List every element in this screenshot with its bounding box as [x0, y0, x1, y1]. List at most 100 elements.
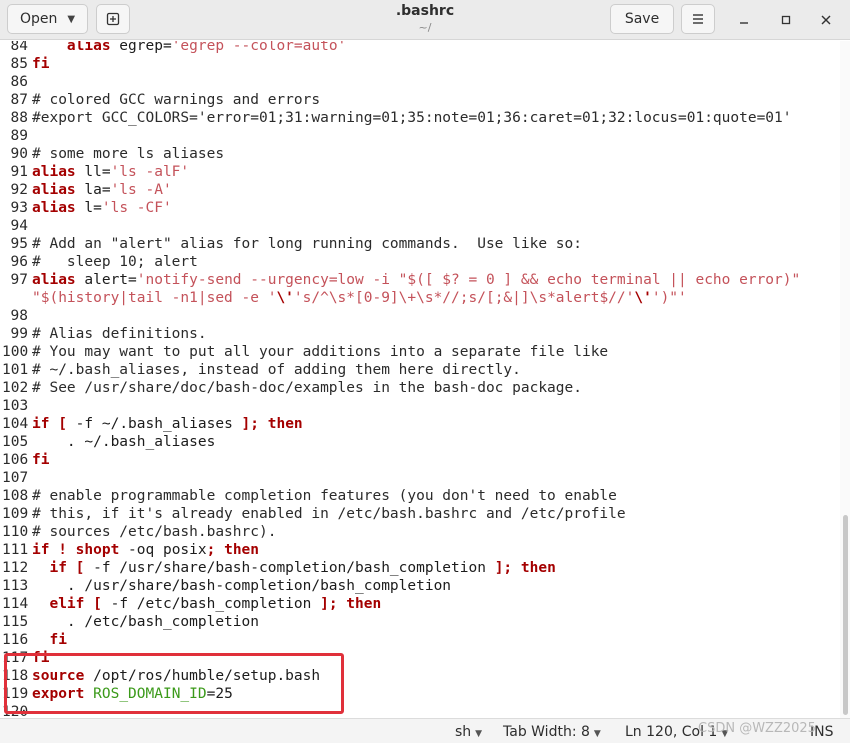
- code-token: fi: [32, 56, 50, 72]
- code-line[interactable]: 114 elif [ -f /etc/bash_completion ]; th…: [0, 595, 838, 613]
- line-number: 109: [2, 506, 29, 522]
- language-label: sh: [455, 724, 472, 740]
- code-token: 'ls -CF': [101, 200, 172, 216]
- line-number: 87: [10, 92, 28, 108]
- line-number: 101: [2, 362, 29, 378]
- code-token: -oq posix: [119, 542, 207, 558]
- code-line[interactable]: 101 # ~/.bash_aliases, instead of adding …: [0, 361, 838, 379]
- scrollbar-thumb[interactable]: [843, 515, 848, 715]
- line-number: 113: [2, 578, 29, 594]
- code-token: # See /usr/share/doc/bash-doc/examples i…: [32, 380, 582, 396]
- line-number: 106: [2, 452, 29, 468]
- chevron-down-icon: ▼: [475, 729, 483, 739]
- code-token: "$(history|tail -n1|sed -e ': [32, 290, 277, 306]
- line-number: 105: [2, 434, 29, 450]
- new-document-icon: [106, 12, 120, 26]
- main-menu-button[interactable]: [681, 4, 715, 34]
- code-token: ; then: [206, 542, 260, 558]
- code-token: alias: [32, 200, 76, 216]
- code-line[interactable]: 96 # sleep 10; alert: [0, 253, 838, 271]
- code-line[interactable]: 103: [0, 397, 838, 415]
- code-line[interactable]: 116 fi: [0, 631, 838, 649]
- code-line[interactable]: 113 . /usr/share/bash-completion/bash_co…: [0, 577, 838, 595]
- code-token: -f ~/.bash_aliases: [75, 416, 242, 432]
- line-number: 112: [2, 560, 29, 576]
- code-line[interactable]: 88 #export GCC_COLORS='error=01;31:warnin…: [0, 109, 838, 127]
- code-line[interactable]: 111 if ! shopt -oq posix; then: [0, 541, 838, 559]
- code-token: l=: [75, 200, 102, 216]
- code-line[interactable]: 89: [0, 127, 838, 145]
- code-line[interactable]: 102 # See /usr/share/doc/bash-doc/example…: [0, 379, 838, 397]
- code-line[interactable]: 86: [0, 73, 838, 91]
- code-line[interactable]: 100 # You may want to put all your additi…: [0, 343, 838, 361]
- open-button[interactable]: Open ▼: [7, 4, 88, 34]
- code-token: # sleep 10; alert: [32, 254, 198, 270]
- close-button[interactable]: [815, 9, 837, 31]
- line-number: 108: [2, 488, 29, 504]
- line-number: 85: [10, 56, 28, 72]
- code-line[interactable]: "$(history|tail -n1|sed -e '\''s/^\s*[0-…: [0, 289, 838, 307]
- code-line[interactable]: 94: [0, 217, 838, 235]
- header-bar: Open ▼ .bashrc ~/ Save: [0, 0, 850, 40]
- line-code: "$(history|tail -n1|sed -e '\''s/^\s*[0-…: [32, 289, 687, 307]
- code-line[interactable]: 109 # this, if it's already enabled in /e…: [0, 505, 838, 523]
- line-number: 93: [10, 200, 28, 216]
- code-line[interactable]: 115 . /etc/bash_completion: [0, 613, 838, 631]
- line-code: . /etc/bash_completion: [32, 613, 259, 631]
- maximize-button[interactable]: [775, 9, 797, 31]
- code-token: . /usr/share/bash-completion/bash_comple…: [32, 578, 452, 594]
- line-number: 89: [10, 128, 28, 144]
- code-line[interactable]: 87 # colored GCC warnings and errors: [0, 91, 838, 109]
- code-line[interactable]: 93 alias l='ls -CF': [0, 199, 838, 217]
- line-code: # colored GCC warnings and errors: [32, 91, 320, 109]
- code-line[interactable]: 110 # sources /etc/bash.bashrc).: [0, 523, 838, 541]
- line-code: fi: [32, 55, 49, 73]
- code-token: \': [634, 290, 652, 306]
- line-code: # Alias definitions.: [32, 325, 207, 343]
- line-number: 111: [2, 542, 29, 558]
- code-token: # ~/.bash_aliases, instead of adding the…: [32, 362, 521, 378]
- code-line[interactable]: 99 # Alias definitions.: [0, 325, 838, 343]
- code-line[interactable]: 108 # enable programmable completion feat…: [0, 487, 838, 505]
- code-line[interactable]: 107: [0, 469, 838, 487]
- line-number: 110: [2, 524, 29, 540]
- code-token: # sources /etc/bash.bashrc).: [32, 524, 277, 540]
- code-line[interactable]: 98: [0, 307, 838, 325]
- code-line[interactable]: 106 fi: [0, 451, 838, 469]
- code-token: . /etc/bash_completion: [32, 614, 259, 630]
- code-line[interactable]: 92 alias la='ls -A': [0, 181, 838, 199]
- code-token: egrep=: [110, 41, 172, 54]
- line-number: 97: [10, 272, 28, 288]
- code-token: -f /usr/share/bash-completion/bash_compl…: [84, 560, 495, 576]
- code-line[interactable]: 112 if [ -f /usr/share/bash-completion/b…: [0, 559, 838, 577]
- code-token: if: [32, 416, 50, 432]
- chevron-down-icon: ▼: [593, 729, 601, 739]
- language-selector[interactable]: sh ▼: [455, 724, 482, 740]
- code-line[interactable]: 84 alias egrep='egrep --color=auto': [0, 41, 838, 55]
- code-line[interactable]: 95 # Add an "alert" alias for long runnin…: [0, 235, 838, 253]
- code-token: ]; then: [241, 416, 303, 432]
- line-code: fi: [32, 631, 66, 649]
- code-token: if ! shopt: [32, 542, 120, 558]
- code-line[interactable]: 97 alias alert='notify-send --urgency=low…: [0, 271, 838, 289]
- code-token: # some more ls aliases: [32, 146, 225, 162]
- new-tab-button[interactable]: [96, 4, 130, 34]
- code-line[interactable]: 105 . ~/.bash_aliases: [0, 433, 838, 451]
- line-code: elif [ -f /etc/bash_completion ]; then: [32, 595, 381, 613]
- code-lines: 84 alias egrep='egrep --color=auto' 85 fi 8…: [0, 41, 838, 718]
- text-editor[interactable]: 84 alias egrep='egrep --color=auto' 85 fi 8…: [0, 41, 838, 718]
- save-button[interactable]: Save: [610, 4, 674, 34]
- hamburger-menu-icon: [693, 14, 703, 24]
- line-code: if [ -f ~/.bash_aliases ]; then: [32, 415, 303, 433]
- tab-width-selector[interactable]: Tab Width: 8 ▼: [503, 724, 601, 740]
- line-code: if [ -f /usr/share/bash-completion/bash_…: [32, 559, 555, 577]
- code-token: # this, if it's already enabled in /etc/…: [32, 506, 626, 522]
- minimize-button[interactable]: [733, 9, 755, 31]
- code-line[interactable]: 104 if [ -f ~/.bash_aliases ]; then: [0, 415, 838, 433]
- code-line[interactable]: 90 # some more ls aliases: [0, 145, 838, 163]
- code-token: 'egrep --color=auto': [171, 41, 347, 54]
- code-line[interactable]: 85 fi: [0, 55, 838, 73]
- code-token: alias: [32, 182, 76, 198]
- code-line[interactable]: 91 alias ll='ls -alF': [0, 163, 838, 181]
